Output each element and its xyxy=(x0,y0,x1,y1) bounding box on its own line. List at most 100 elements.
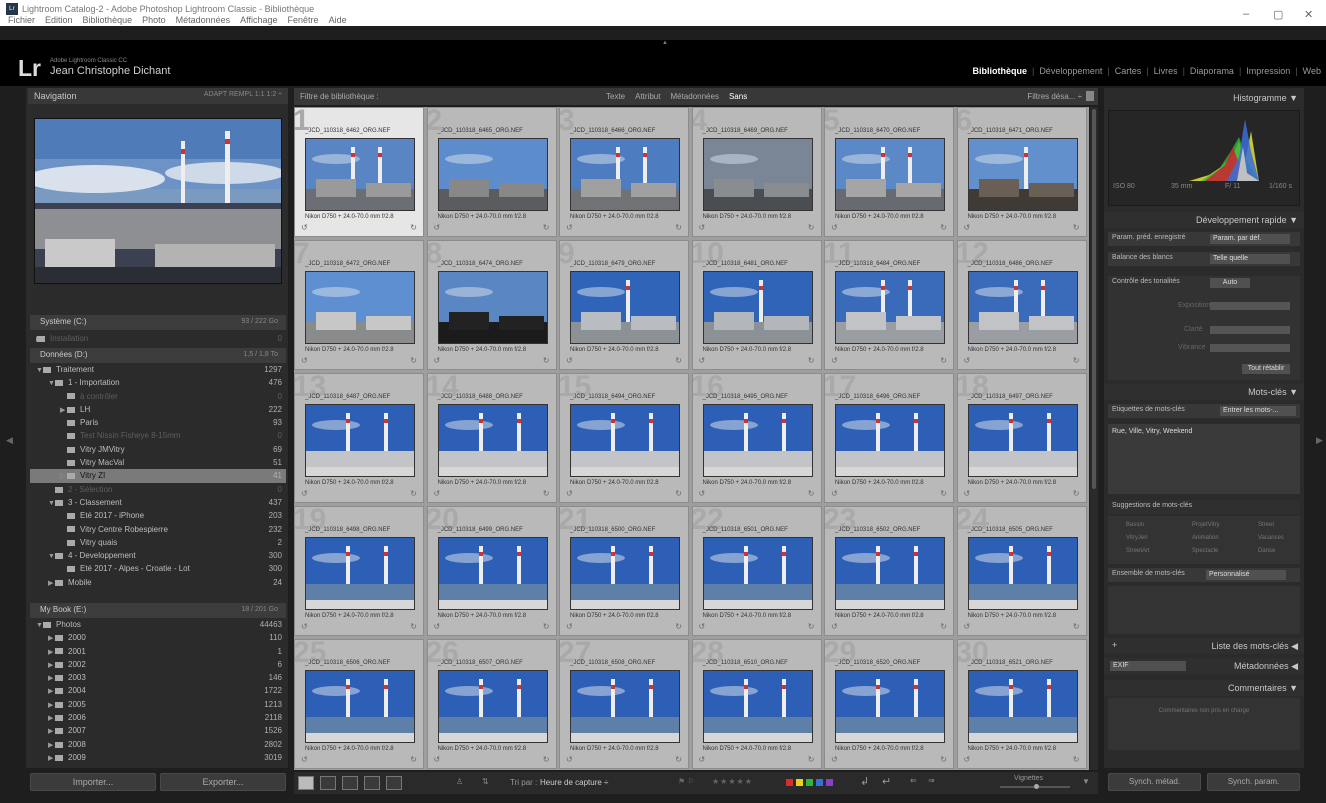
folder-row[interactable]: ▼ Photos 44463 xyxy=(30,618,286,631)
rotate-right-icon[interactable]: ↻ xyxy=(1073,622,1080,631)
clarity-buttons[interactable] xyxy=(1210,326,1290,334)
photo-thumbnail-cell[interactable]: 7 _JCD_110318_6472_ORG.NEF Nikon D750 + … xyxy=(294,240,424,370)
folder-row[interactable]: ▶ 2001 1 xyxy=(30,645,286,658)
collapse-left-panel-icon[interactable]: ◀ xyxy=(6,435,13,446)
keyword-suggestion[interactable]: VitryJeri xyxy=(1126,535,1148,541)
rotate-right-icon[interactable]: ↻ xyxy=(940,755,947,764)
sync-metadata-button[interactable]: Synch. métad. xyxy=(1108,773,1201,791)
rotate-right-icon[interactable]: ↻ xyxy=(675,622,682,631)
rotate-left-icon[interactable]: ↺ xyxy=(831,622,838,631)
flag-icon[interactable]: ⚑ ⚐ xyxy=(678,777,695,786)
expand-icon[interactable]: ▷ xyxy=(60,470,67,483)
compare-view-icon[interactable] xyxy=(342,776,358,790)
previous-icon[interactable]: ⇐ xyxy=(910,776,917,785)
photo-image[interactable] xyxy=(967,138,1078,211)
keyword-suggestion[interactable]: Animation xyxy=(1192,535,1219,541)
expand-icon[interactable]: ▶ xyxy=(48,659,55,672)
rotate-right-icon[interactable]: ↻ xyxy=(675,356,682,365)
keyword-entry-box[interactable]: Rue, Ville, Vitry, Weekend xyxy=(1108,424,1300,494)
photo-thumbnail-cell[interactable]: 15 _JCD_110318_6494_ORG.NEF Nikon D750 +… xyxy=(559,373,689,503)
photo-thumbnail-cell[interactable]: 1 _JCD_110318_6462_ORG.NEF Nikon D750 + … xyxy=(294,107,424,237)
sync-settings-button[interactable]: Synch. param. xyxy=(1207,773,1300,791)
filter-option-3[interactable]: Sans xyxy=(729,92,747,101)
photo-image[interactable] xyxy=(702,138,813,211)
folder-row[interactable]: ▼ Traitement 1297 xyxy=(30,363,286,376)
rotate-right-icon[interactable]: ↻ xyxy=(940,356,947,365)
photo-thumbnail-cell[interactable]: 17 _JCD_110318_6496_ORG.NEF Nikon D750 +… xyxy=(824,373,954,503)
photo-thumbnail-cell[interactable]: 2 _JCD_110318_6465_ORG.NEF Nikon D750 + … xyxy=(426,107,557,237)
rotate-right-icon[interactable]: ↻ xyxy=(543,622,550,631)
photo-image[interactable] xyxy=(702,670,813,743)
photo-thumbnail-cell[interactable]: 5 _JCD_110318_6470_ORG.NEF Nikon D750 + … xyxy=(824,107,954,237)
color-label-swatch[interactable] xyxy=(816,779,823,787)
people-view-icon[interactable] xyxy=(386,776,402,790)
module-0[interactable]: Bibliothèque xyxy=(967,66,1032,76)
photo-thumbnail-cell[interactable]: 13 _JCD_110318_6487_ORG.NEF Nikon D750 +… xyxy=(294,373,424,503)
menu-5[interactable]: Affichage xyxy=(240,15,277,25)
white-balance-dropdown[interactable]: Telle quelle xyxy=(1210,254,1290,264)
module-6[interactable]: Web xyxy=(1298,66,1326,76)
photo-image[interactable] xyxy=(835,670,945,743)
rotate-left-icon[interactable]: ↺ xyxy=(964,356,971,365)
color-label-swatch[interactable] xyxy=(796,779,803,787)
sort-dropdown[interactable]: Heure de capture ÷ xyxy=(540,778,608,787)
rotate-right-icon[interactable]: ↻ xyxy=(1073,223,1080,232)
color-label-swatch[interactable] xyxy=(806,779,813,787)
photo-image[interactable] xyxy=(967,404,1078,477)
expand-icon[interactable]: ▼ xyxy=(48,550,55,563)
rotate-right-icon[interactable]: ↻ xyxy=(543,356,550,365)
expand-icon[interactable]: ▶ xyxy=(48,712,55,725)
keyword-set-dropdown[interactable]: Personnalisé xyxy=(1206,570,1286,580)
close-icon[interactable]: ✕ xyxy=(1304,8,1313,21)
color-label-swatch[interactable] xyxy=(826,779,833,787)
folder-row[interactable]: ▶ 2009 3019 xyxy=(30,751,286,764)
photo-thumbnail-cell[interactable]: 28 _JCD_110318_6510_ORG.NEF Nikon D750 +… xyxy=(691,639,822,769)
folder-label[interactable]: Installation xyxy=(50,334,88,343)
exposure-buttons[interactable] xyxy=(1210,302,1290,310)
keyword-list-header[interactable]: + Liste des mots-clés ◀ xyxy=(1104,638,1304,654)
photo-thumbnail-cell[interactable]: 30 _JCD_110318_6521_ORG.NEF Nikon D750 +… xyxy=(956,639,1087,769)
photo-image[interactable] xyxy=(437,670,548,743)
photo-thumbnail-cell[interactable]: 22 _JCD_110318_6501_ORG.NEF Nikon D750 +… xyxy=(691,506,822,636)
expand-icon[interactable]: ▶ xyxy=(30,333,41,346)
expand-icon[interactable]: ▶ xyxy=(48,725,55,738)
menu-4[interactable]: Métadonnées xyxy=(176,15,231,25)
keyword-suggestion[interactable]: Bassin xyxy=(1126,522,1144,528)
rotate-right-icon[interactable]: ↻ xyxy=(410,489,417,498)
photo-image[interactable] xyxy=(305,537,415,610)
scrollbar-thumb[interactable] xyxy=(1092,109,1096,489)
folder-row[interactable]: Eté 2017 - Alpes - Croatie - Lot 300 xyxy=(30,562,286,575)
metadata-preset-dropdown[interactable]: EXIF xyxy=(1110,661,1186,671)
expand-icon[interactable]: ▼ xyxy=(36,364,43,377)
menu-0[interactable]: Fichier xyxy=(8,15,35,25)
rotate-right-icon[interactable]: ↻ xyxy=(675,489,682,498)
photo-thumbnail-cell[interactable]: 16 _JCD_110318_6495_ORG.NEF Nikon D750 +… xyxy=(691,373,822,503)
photo-thumbnail-cell[interactable]: 21 _JCD_110318_6500_ORG.NEF Nikon D750 +… xyxy=(559,506,689,636)
photo-thumbnail-cell[interactable]: 20 _JCD_110318_6499_ORG.NEF Nikon D750 +… xyxy=(426,506,557,636)
rotate-left-icon[interactable]: ↺ xyxy=(699,223,706,232)
photo-image[interactable] xyxy=(570,404,680,477)
rotate-right-icon[interactable]: ↻ xyxy=(410,755,417,764)
folder-row[interactable]: ▶ 2004 1722 xyxy=(30,684,286,697)
photo-image[interactable] xyxy=(305,670,415,743)
folder-row[interactable]: ▶ Mobile 24 xyxy=(30,576,286,589)
rotate-right-icon[interactable]: ↻ xyxy=(940,622,947,631)
photo-image[interactable] xyxy=(702,537,813,610)
menu-2[interactable]: Bibliothèque xyxy=(83,15,133,25)
photo-thumbnail-cell[interactable]: 14 _JCD_110318_6488_ORG.NEF Nikon D750 +… xyxy=(426,373,557,503)
photo-image[interactable] xyxy=(305,271,415,344)
rotate-left-icon[interactable]: ↺ xyxy=(964,223,971,232)
photo-image[interactable] xyxy=(967,537,1078,610)
menu-6[interactable]: Fenêtre xyxy=(288,15,319,25)
quick-develop-header[interactable]: Développement rapide ▼ xyxy=(1104,212,1304,228)
keyword-suggestion[interactable]: StreetArt xyxy=(1126,548,1150,554)
expand-icon[interactable]: ▶ xyxy=(48,699,55,712)
menu-1[interactable]: Edition xyxy=(45,15,73,25)
rotate-left-icon[interactable]: ↺ xyxy=(434,356,441,365)
photo-image[interactable] xyxy=(437,138,548,211)
volume-header[interactable]: Données (D:) 1,5 / 1,8 To xyxy=(30,348,286,363)
grid-view-icon[interactable] xyxy=(298,776,314,790)
rotate-left-icon[interactable]: ↲ xyxy=(860,775,869,788)
rotate-left-icon[interactable]: ↺ xyxy=(566,489,573,498)
volume-header[interactable]: Système (C:) 93 / 222 Go xyxy=(30,315,286,330)
